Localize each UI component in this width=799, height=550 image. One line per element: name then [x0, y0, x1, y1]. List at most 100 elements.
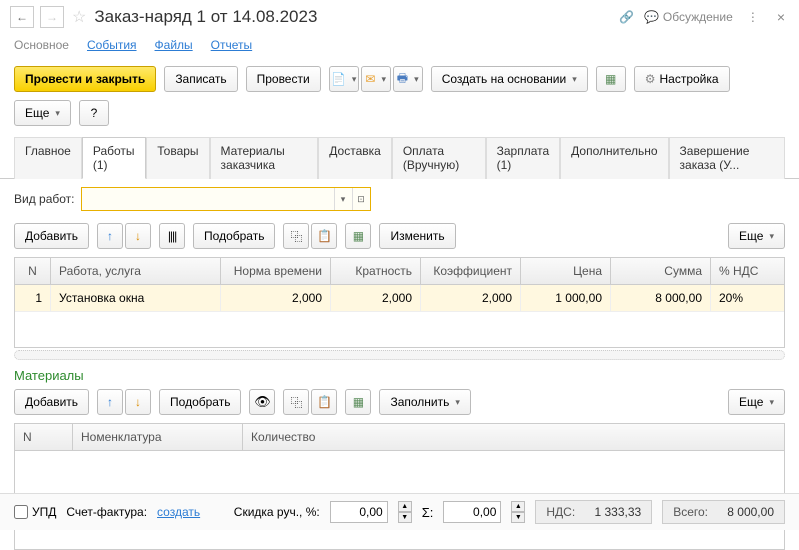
table-row[interactable]: 1 Установка окна 2,000 2,000 2,000 1 000… — [15, 285, 784, 312]
arrow-up-icon: ↑ — [107, 229, 113, 243]
tab-works[interactable]: Работы (1) — [82, 137, 146, 179]
eye-icon: 👁 — [254, 394, 271, 410]
envelope-icon: ✉ — [365, 72, 375, 86]
send-button[interactable]: ✉▾ — [361, 66, 391, 92]
cell-price[interactable]: 1 000,00 — [521, 285, 611, 311]
cell-service[interactable]: Установка окна — [51, 285, 221, 311]
paste-button[interactable]: 📋 — [311, 223, 337, 249]
combo-dropdown-button[interactable]: ▾ — [334, 188, 352, 210]
settings-button[interactable]: ⚙Настройка — [634, 66, 730, 92]
discount-down[interactable]: ▼ — [398, 512, 412, 523]
col-sum[interactable]: Сумма — [611, 258, 711, 284]
col-norm[interactable]: Норма времени — [221, 258, 331, 284]
cell-krat[interactable]: 2,000 — [331, 285, 421, 311]
grid-icon: ▦ — [353, 229, 364, 243]
col-service[interactable]: Работа, услуга — [51, 258, 221, 284]
materials-pick-button[interactable]: Подобрать — [159, 389, 241, 415]
close-icon[interactable]: × — [773, 9, 789, 25]
discuss-button[interactable]: 💬 Обсуждение — [644, 10, 733, 24]
discount-up[interactable]: ▲ — [398, 501, 412, 512]
col-nds[interactable]: % НДС — [711, 258, 781, 284]
materials-paste-button[interactable]: 📋 — [311, 389, 337, 415]
post-and-close-button[interactable]: Провести и закрыть — [14, 66, 156, 92]
add-row-button[interactable]: Добавить — [14, 223, 89, 249]
tab-salary[interactable]: Зарплата (1) — [486, 137, 561, 179]
sigma-down[interactable]: ▼ — [511, 512, 525, 523]
sigma-up[interactable]: ▲ — [511, 501, 525, 512]
mat-col-n[interactable]: N — [15, 424, 73, 450]
more-button[interactable]: Еще▾ — [14, 100, 71, 126]
col-koef[interactable]: Коэффициент — [421, 258, 521, 284]
combo-select-button[interactable]: ⊡ — [352, 188, 370, 210]
save-button[interactable]: Записать — [164, 66, 237, 92]
cell-koef[interactable]: 2,000 — [421, 285, 521, 311]
cell-sum[interactable]: 8 000,00 — [611, 285, 711, 311]
work-type-label: Вид работ: — [14, 192, 75, 206]
subnav-main[interactable]: Основное — [14, 38, 69, 52]
report-button[interactable]: ▦ — [596, 66, 626, 92]
barcode-icon: |||| — [168, 229, 176, 243]
forward-button[interactable]: → — [40, 6, 64, 28]
post-button[interactable]: Провести — [246, 66, 321, 92]
tab-main[interactable]: Главное — [14, 137, 82, 179]
move-down-button[interactable]: ↓ — [125, 223, 151, 249]
materials-grid-button[interactable]: ▦ — [345, 389, 371, 415]
scrollbar[interactable] — [14, 350, 785, 360]
materials-down-button[interactable]: ↓ — [125, 389, 151, 415]
grid-button[interactable]: ▦ — [345, 223, 371, 249]
sigma-input[interactable] — [443, 501, 501, 523]
copy-button[interactable]: ⿻ — [283, 223, 309, 249]
back-button[interactable]: ← — [10, 6, 34, 28]
discount-input[interactable] — [330, 501, 388, 523]
col-n[interactable]: N — [15, 258, 51, 284]
tab-delivery[interactable]: Доставка — [318, 137, 392, 179]
tab-additional[interactable]: Дополнительно — [560, 137, 668, 179]
tab-goods[interactable]: Товары — [146, 137, 209, 179]
materials-add-button[interactable]: Добавить — [14, 389, 89, 415]
grid-icon: ▦ — [353, 395, 364, 409]
materials-more-button[interactable]: Еще▾ — [728, 389, 785, 415]
subnav-events[interactable]: События — [87, 38, 137, 52]
arrow-down-icon: ↓ — [135, 229, 141, 243]
chat-icon: 💬 — [644, 10, 659, 24]
create-doc-button[interactable]: 📄▾ — [329, 66, 359, 92]
upd-check-input[interactable] — [14, 505, 28, 519]
cell-nds[interactable]: 20% — [711, 285, 781, 311]
col-price[interactable]: Цена — [521, 258, 611, 284]
total-value: 8 000,00 — [714, 505, 774, 519]
materials-up-button[interactable]: ↑ — [97, 389, 123, 415]
subnav-reports[interactable]: Отчеты — [211, 38, 252, 52]
upd-label: УПД — [32, 505, 56, 519]
upd-checkbox[interactable]: УПД — [14, 505, 56, 519]
tab-payment[interactable]: Оплата (Вручную) — [392, 137, 486, 179]
change-button[interactable]: Изменить — [379, 223, 455, 249]
work-type-input[interactable] — [82, 192, 334, 206]
menu-dots-icon[interactable]: ⋮ — [743, 10, 763, 24]
gear-icon: ⚙ — [645, 72, 656, 86]
tab-completion[interactable]: Завершение заказа (У... — [669, 137, 785, 179]
print-button[interactable]: 🖶▾ — [393, 66, 423, 92]
subnav-files[interactable]: Файлы — [155, 38, 193, 52]
help-button[interactable]: ? — [79, 100, 109, 126]
create-based-label: Создать на основании — [442, 72, 567, 86]
col-krat[interactable]: Кратность — [331, 258, 421, 284]
star-icon[interactable]: ☆ — [72, 7, 86, 27]
materials-view-button[interactable]: 👁 — [249, 389, 275, 415]
mat-col-nom[interactable]: Номенклатура — [73, 424, 243, 450]
move-up-button[interactable]: ↑ — [97, 223, 123, 249]
create-based-button[interactable]: Создать на основании▾ — [431, 66, 588, 92]
materials-copy-button[interactable]: ⿻ — [283, 389, 309, 415]
materials-fill-button[interactable]: Заполнить▾ — [379, 389, 470, 415]
cell-n[interactable]: 1 — [15, 285, 51, 311]
mat-col-qty[interactable]: Количество — [243, 424, 784, 450]
work-type-combo[interactable]: ▾ ⊡ — [81, 187, 371, 211]
create-invoice-link[interactable]: создать — [157, 505, 200, 519]
works-more-button[interactable]: Еще▾ — [728, 223, 785, 249]
pick-button[interactable]: Подобрать — [193, 223, 275, 249]
materials-table: N Номенклатура Количество — [14, 423, 785, 550]
tab-customer-materials[interactable]: Материалы заказчика — [210, 137, 319, 179]
link-icon[interactable]: 🔗 — [619, 10, 634, 24]
barcode-button[interactable]: |||| — [159, 223, 185, 249]
cell-norm[interactable]: 2,000 — [221, 285, 331, 311]
materials-more-label: Еще — [739, 395, 763, 409]
